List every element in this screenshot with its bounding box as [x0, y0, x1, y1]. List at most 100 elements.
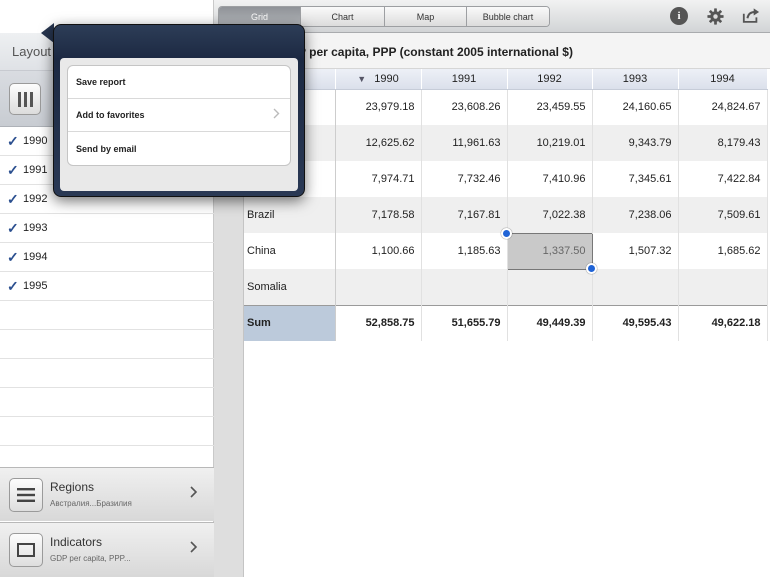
table-cell[interactable]: 7,238.06 [592, 197, 679, 233]
table-cell[interactable]: 23,608.26 [421, 89, 508, 125]
table-cell[interactable]: 7,022.38 [507, 197, 593, 233]
table-row: 12,625.62 11,961.63 10,219.01 9,343.79 8,179… [244, 125, 768, 161]
year-item[interactable]: ✓ 1993 [0, 214, 214, 243]
columns-layout-button[interactable] [9, 83, 41, 115]
menu-item-label: Send by email [76, 143, 137, 154]
column-header[interactable]: 1991 [421, 69, 508, 90]
data-grid: ▼ 1990 1991 1992 1993 1994 23,979.18 23,608.26… [244, 69, 770, 341]
send-by-email-item[interactable]: Send by email [68, 132, 290, 165]
column-header-label: 1993 [622, 72, 648, 85]
share-icon[interactable] [742, 7, 760, 25]
column-header[interactable]: 1992 [507, 69, 593, 90]
empty-list-row [0, 359, 214, 388]
indicators-title: Indicators [50, 535, 103, 549]
table-cell[interactable]: 7,410.96 [507, 161, 593, 197]
sidebar-title: Layout [12, 44, 52, 59]
list-icon [9, 478, 43, 512]
report-actions-popover: Save report Add to favorites Send by email [53, 24, 305, 197]
checkmark-icon: ✓ [7, 190, 19, 207]
table-cell[interactable] [421, 269, 508, 305]
table-cell[interactable]: 23,979.18 [335, 89, 422, 125]
row-header[interactable]: Brazil [244, 197, 336, 233]
tab-bubble-chart[interactable]: Bubble chart [467, 7, 549, 26]
popover-menu: Save report Add to favorites Send by email [67, 65, 291, 166]
row-header[interactable]: China [244, 233, 336, 269]
column-header[interactable]: 1993 [592, 69, 679, 90]
table-cell[interactable] [592, 269, 679, 305]
table-cell[interactable]: 7,178.58 [335, 197, 422, 233]
empty-list-row [0, 388, 214, 417]
sum-cell: 49,449.39 [507, 304, 593, 341]
table-row: Somalia [244, 269, 768, 305]
column-header-label: 1990 [374, 72, 399, 85]
selected-cell[interactable]: 1,337.50 [506, 232, 593, 270]
table-cell[interactable]: 7,345.61 [592, 161, 679, 197]
column-header-label: 1991 [451, 72, 477, 85]
save-report-item[interactable]: Save report [68, 66, 290, 99]
sum-cell: 49,595.43 [592, 304, 679, 341]
table-cell[interactable]: 8,179.43 [678, 125, 768, 161]
regions-title: Regions [50, 480, 95, 494]
year-label: 1995 [23, 280, 48, 292]
table-cell[interactable] [507, 269, 593, 305]
chevron-right-icon [190, 485, 198, 501]
column-header[interactable]: ▼ 1990 [335, 69, 422, 90]
checkmark-icon: ✓ [7, 161, 19, 178]
report-title-bar: GDP per capita, PPP (constant 2005 inter… [244, 33, 770, 69]
sum-cell: 52,858.75 [335, 304, 422, 341]
grid-header-row: ▼ 1990 1991 1992 1993 1994 [244, 69, 768, 90]
year-label: 1994 [23, 251, 48, 263]
year-label: 1990 [23, 135, 48, 147]
chevron-right-icon [273, 108, 280, 122]
tab-map[interactable]: Map [385, 7, 467, 26]
indicators-subtitle: GDP per capita, PPP... [50, 554, 131, 563]
table-cell[interactable]: 7,974.71 [335, 161, 422, 197]
info-icon[interactable]: i [670, 7, 688, 25]
table-cell[interactable]: 1,685.62 [678, 233, 768, 269]
table-cell[interactable]: 9,343.79 [592, 125, 679, 161]
table-cell[interactable]: 23,459.55 [507, 89, 593, 125]
add-to-favorites-item[interactable]: Add to favorites [68, 99, 290, 132]
grid-table: ▼ 1990 1991 1992 1993 1994 23,979.18 23,608.26… [244, 69, 768, 341]
table-row: 23,979.18 23,608.26 23,459.55 24,160.65 24,8… [244, 89, 768, 125]
regions-subtitle: Австралия...Бразилия [50, 499, 132, 508]
table-cell[interactable] [335, 269, 422, 305]
table-cell[interactable]: 1,507.32 [592, 233, 679, 269]
checkmark-icon: ✓ [7, 277, 19, 294]
year-item[interactable]: ✓ 1995 [0, 272, 214, 301]
table-row: 7,974.71 7,732.46 7,410.96 7,345.61 7,422.84 [244, 161, 768, 197]
menu-item-label: Add to favorites [76, 110, 145, 120]
year-label: 1992 [23, 193, 48, 205]
table-cell[interactable]: 7,732.46 [421, 161, 508, 197]
row-header[interactable]: Somalia [244, 269, 336, 305]
table-cell[interactable]: 11,961.63 [421, 125, 508, 161]
column-header-label: 1992 [537, 72, 562, 85]
selection-handle-end[interactable] [586, 263, 597, 274]
indicators-panel[interactable]: Indicators GDP per capita, PPP... [0, 522, 214, 577]
tab-chart[interactable]: Chart [301, 7, 385, 26]
column-header[interactable]: 1994 [678, 69, 768, 90]
year-item[interactable]: ✓ 1994 [0, 243, 214, 272]
table-cell[interactable]: 12,625.62 [335, 125, 422, 161]
chevron-right-icon [190, 540, 198, 556]
table-cell[interactable]: 24,160.65 [592, 89, 679, 125]
table-cell[interactable]: 7,509.61 [678, 197, 768, 233]
table-cell[interactable] [678, 269, 768, 305]
table-cell[interactable]: 1,185.63 [421, 233, 508, 269]
gear-icon[interactable] [706, 7, 724, 25]
table-cell[interactable]: 7,422.84 [678, 161, 768, 197]
table-cell[interactable]: 10,219.01 [507, 125, 593, 161]
regions-panel[interactable]: Regions Австралия...Бразилия [0, 467, 214, 521]
sum-row: Sum 52,858.75 51,655.79 49,449.39 49,595.43 4… [244, 304, 768, 341]
table-cell[interactable]: 7,167.81 [421, 197, 508, 233]
table-cell[interactable]: 1,100.66 [335, 233, 422, 269]
empty-list-row [0, 330, 214, 359]
info-glyph: i [670, 7, 688, 25]
table-cell[interactable]: 24,824.67 [678, 89, 768, 125]
selection-handle-start[interactable] [501, 228, 512, 239]
column-header-label: 1994 [710, 72, 735, 85]
year-label: 1993 [23, 222, 48, 234]
checkmark-icon: ✓ [7, 132, 19, 149]
toolbar-icons: i [670, 7, 760, 25]
checkmark-icon: ✓ [7, 219, 19, 236]
